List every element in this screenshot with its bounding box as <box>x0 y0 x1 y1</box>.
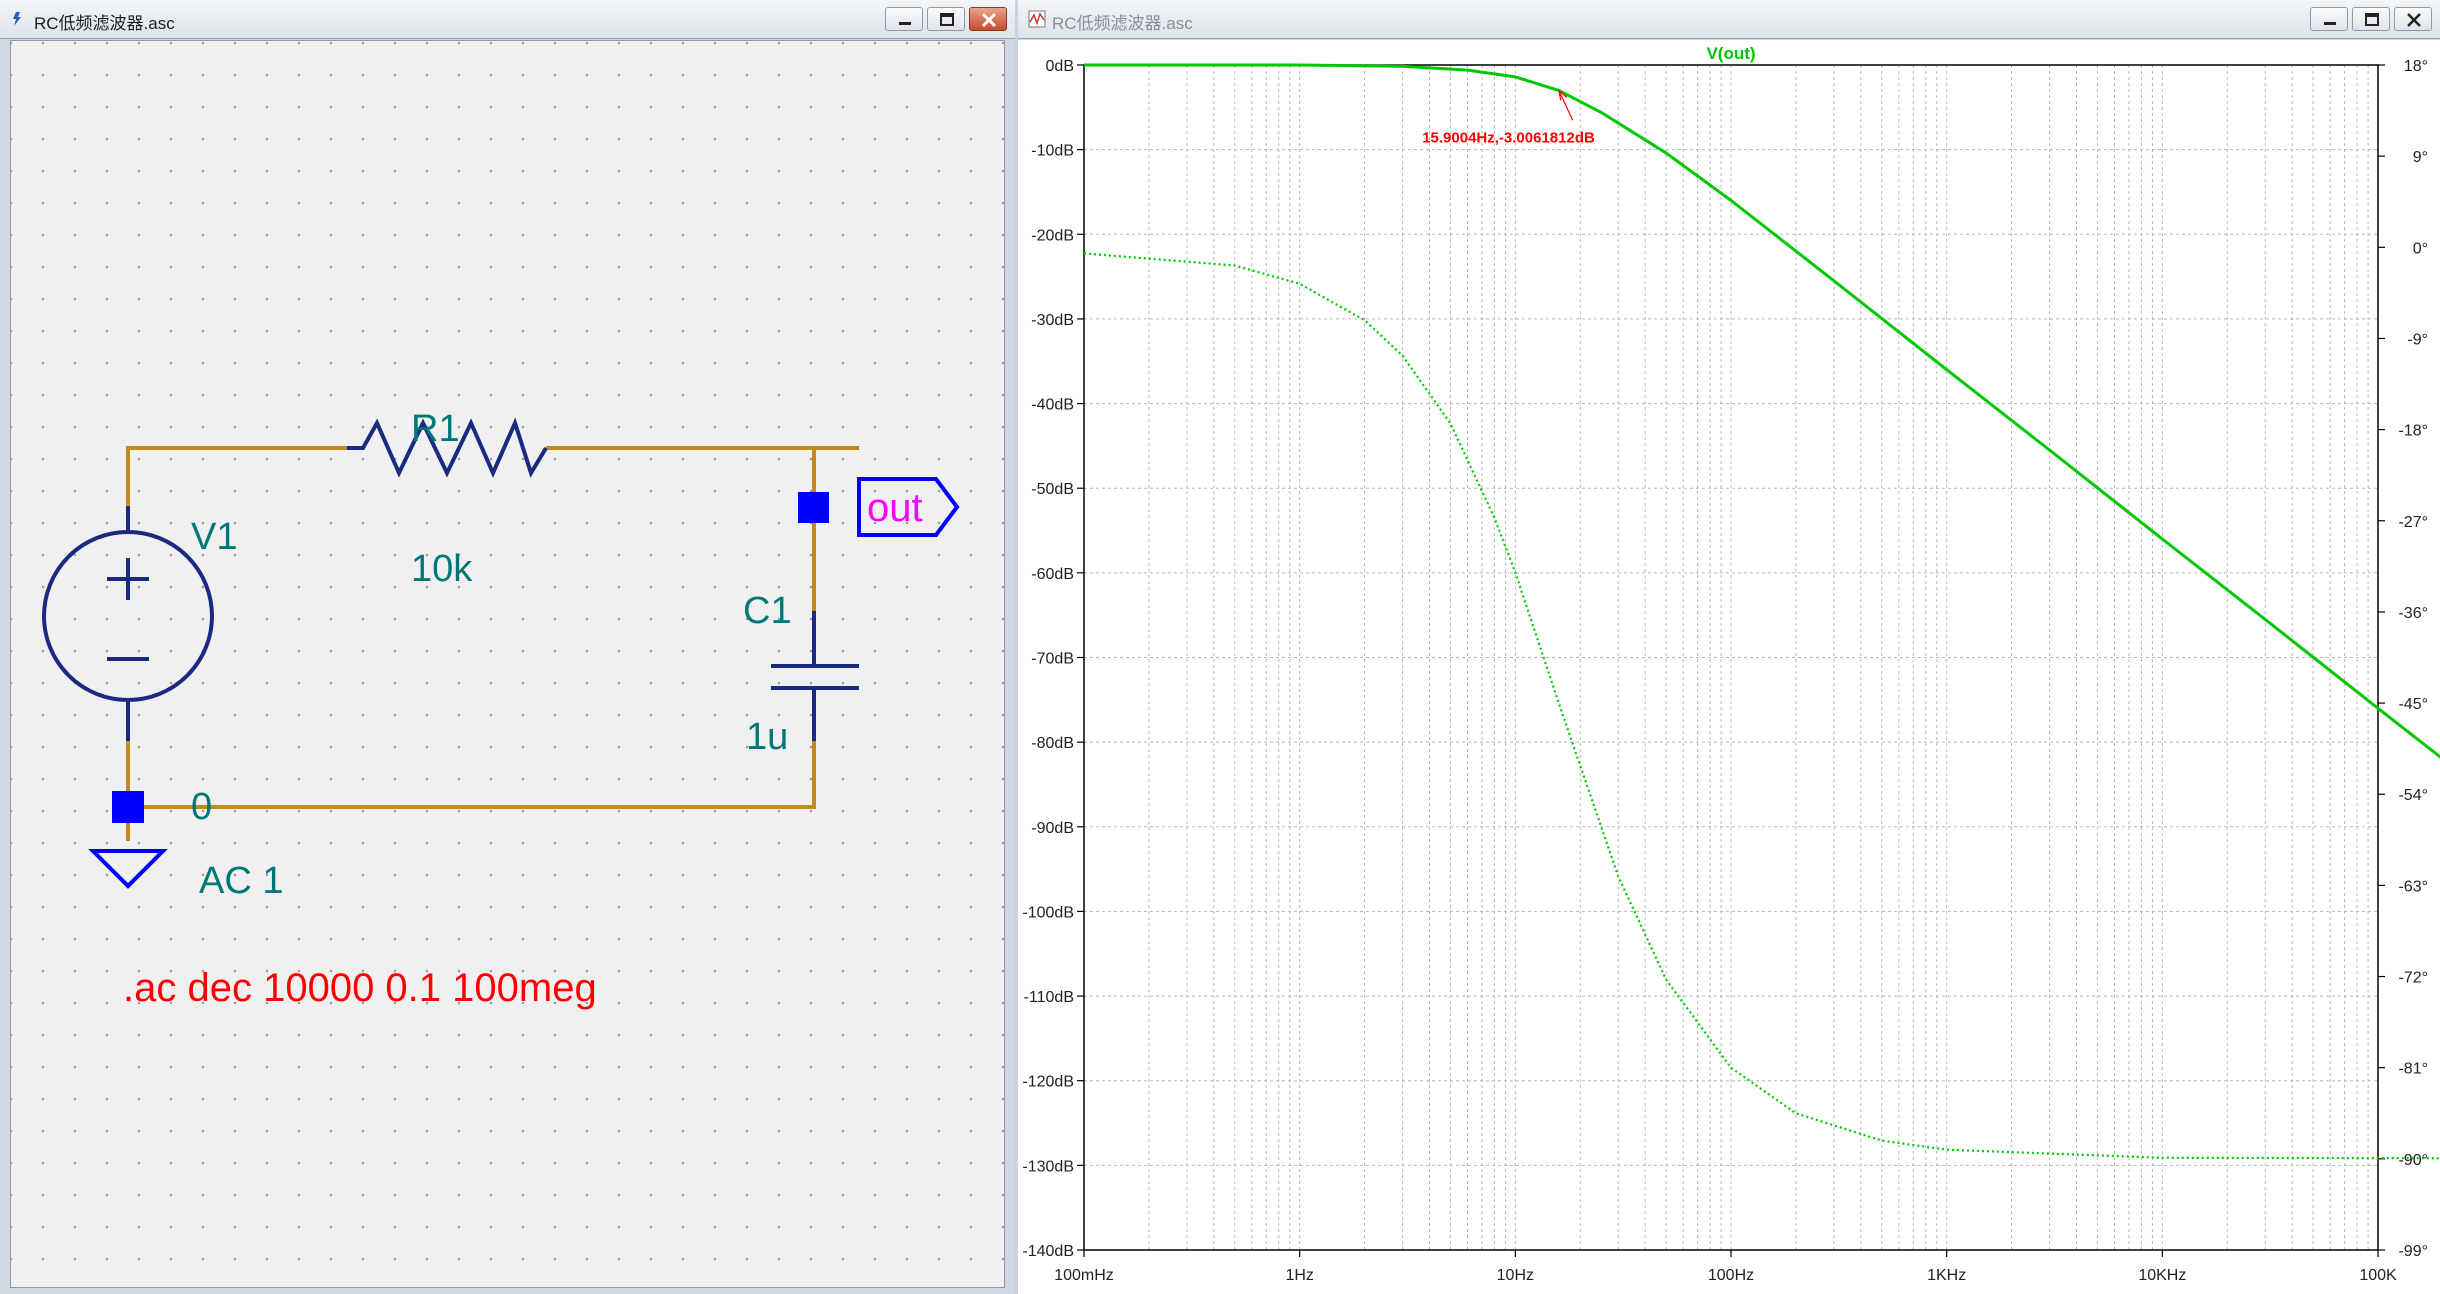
x-tick-label: 100mHz <box>1054 1267 1114 1284</box>
ltspice-app-icon <box>13 12 21 26</box>
y-right-tick-label: 9° <box>2413 149 2428 166</box>
maximize-icon <box>940 13 954 26</box>
y-left-tick-label: -30dB <box>1031 312 1074 329</box>
waveform-app-icon <box>1028 10 1046 28</box>
plot-maximize-button[interactable] <box>2352 7 2390 31</box>
y-left-tick-label: -100dB <box>1022 904 1074 921</box>
plot-minimize-button[interactable] <box>2310 7 2348 31</box>
plot-area[interactable]: 0dB -10dB -20dB -30dB -40dB -50dB -60dB -70dB -8… <box>1018 40 2440 1294</box>
y-left-tick-label: -60dB <box>1031 566 1074 583</box>
close-icon <box>981 12 997 28</box>
y-right-tick-label: 0° <box>2413 240 2428 257</box>
series-layer <box>1083 63 2440 1170</box>
wire-v1-r1 <box>126 446 347 506</box>
schematic-title: RC低频滤波器.asc <box>34 14 175 33</box>
y-right-tick-label: -54° <box>2398 787 2428 804</box>
y-left-tick-label: -70dB <box>1031 651 1074 668</box>
junction-ground[interactable] <box>112 791 144 823</box>
x-tick-label: 100K <box>2359 1267 2397 1284</box>
minimize-icon <box>2324 22 2336 25</box>
y-left-tick-label: -20dB <box>1031 227 1074 244</box>
bode-plot[interactable]: 0dB -10dB -20dB -30dB -40dB -50dB -60dB -70dB -8… <box>1018 40 2440 1294</box>
c1-value: 1u <box>746 716 788 758</box>
series-line-magnitude[interactable] <box>1084 63 2440 1170</box>
x-tick-label: 100Hz <box>1708 1267 1754 1284</box>
y-left-tick-label: -80dB <box>1031 735 1074 752</box>
y-left-tick-label: -120dB <box>1022 1074 1074 1091</box>
x-tick-label: 10KHz <box>2138 1267 2186 1284</box>
v1-dc-value: 0 <box>191 786 212 828</box>
voltage-source-v1[interactable]: V1 0 AC 1 <box>42 506 283 902</box>
plot-grid <box>1083 64 2378 1251</box>
y-right-tick-label: -81° <box>2398 1061 2428 1078</box>
y-left-tick-label: 0dB <box>1046 58 1074 75</box>
y-right-tick-label: -90° <box>2398 1152 2428 1169</box>
y-right-tick-label: 18° <box>2404 58 2428 75</box>
cursor-readout-label: 15.9004Hz,-3.0061812dB <box>1422 129 1595 146</box>
net-label-text: out <box>867 486 923 530</box>
close-icon <box>2407 13 2421 27</box>
waveform-titlebar[interactable]: RC低频滤波器.asc <box>1018 0 2440 39</box>
schematic-canvas[interactable]: R1 10k C1 1u V1 0 AC 1 out .ac dec 10000… <box>10 40 1005 1288</box>
series-line-phase[interactable] <box>1083 252 2440 1160</box>
waveform-title: RC低频滤波器.asc <box>1052 14 1193 33</box>
wires[interactable] <box>126 446 859 841</box>
y-right-tick-label: -72° <box>2398 970 2428 987</box>
c1-name: C1 <box>743 590 792 632</box>
capacitor-c1[interactable]: C1 1u <box>743 590 859 758</box>
plot-close-button[interactable] <box>2394 7 2432 31</box>
minimize-icon <box>899 22 911 25</box>
y-left-tick-label: -50dB <box>1031 481 1074 498</box>
y-right-tick-label: -99° <box>2398 1243 2428 1260</box>
axis-ticks: 0dB -10dB -20dB -30dB -40dB -50dB -60dB -70dB -8… <box>1022 58 2428 1284</box>
waveform-window: RC低频滤波器.asc 0dB -10dB -20dB -30dB -40dB -50dB… <box>1018 0 2440 1294</box>
y-right-tick-label: -18° <box>2398 423 2428 440</box>
y-right-tick-label: -27° <box>2398 514 2428 531</box>
maximize-icon <box>2365 13 2379 26</box>
y-left-tick-label: -140dB <box>1022 1243 1074 1260</box>
y-left-tick-label: -130dB <box>1022 1158 1074 1175</box>
r1-name: R1 <box>411 408 460 450</box>
cursor-annotation[interactable]: 15.9004Hz,-3.0061812dB <box>1422 89 1595 146</box>
r1-value: 10k <box>411 548 473 590</box>
schematic-titlebar[interactable]: RC低频滤波器.asc <box>0 0 1015 39</box>
v1-name: V1 <box>191 516 237 558</box>
ground-symbol[interactable] <box>88 849 168 889</box>
spice-directive[interactable]: .ac dec 10000 0.1 100meg <box>123 966 597 1010</box>
x-tick-label: 1KHz <box>1927 1267 1966 1284</box>
y-right-tick-label: -36° <box>2398 605 2428 622</box>
y-left-tick-label: -110dB <box>1024 989 1074 1006</box>
y-left-tick-label: -10dB <box>1031 143 1074 160</box>
chart-title[interactable]: V(out) <box>1706 44 1755 63</box>
wire-ground-return <box>128 696 816 809</box>
x-tick-label: 10Hz <box>1497 1267 1534 1284</box>
close-button[interactable] <box>969 7 1007 31</box>
y-right-tick-label: -9° <box>2407 331 2428 348</box>
maximize-button[interactable] <box>927 7 965 31</box>
y-right-tick-label: -63° <box>2398 878 2428 895</box>
schematic-window: RC低频滤波器.asc R1 10k C1 1u V1 0 AC 1 out .… <box>0 0 1015 1294</box>
minimize-button[interactable] <box>885 7 923 31</box>
junction-out[interactable] <box>798 492 829 523</box>
x-tick-label: 1Hz <box>1285 1267 1313 1284</box>
y-left-tick-label: -90dB <box>1031 820 1074 837</box>
y-left-tick-label: -40dB <box>1031 397 1074 414</box>
v1-ac-value: AC 1 <box>199 860 283 902</box>
y-right-tick-label: -45° <box>2398 696 2428 713</box>
resistor-r1[interactable]: R1 10k <box>347 408 548 590</box>
net-label-out[interactable]: out <box>857 477 960 537</box>
